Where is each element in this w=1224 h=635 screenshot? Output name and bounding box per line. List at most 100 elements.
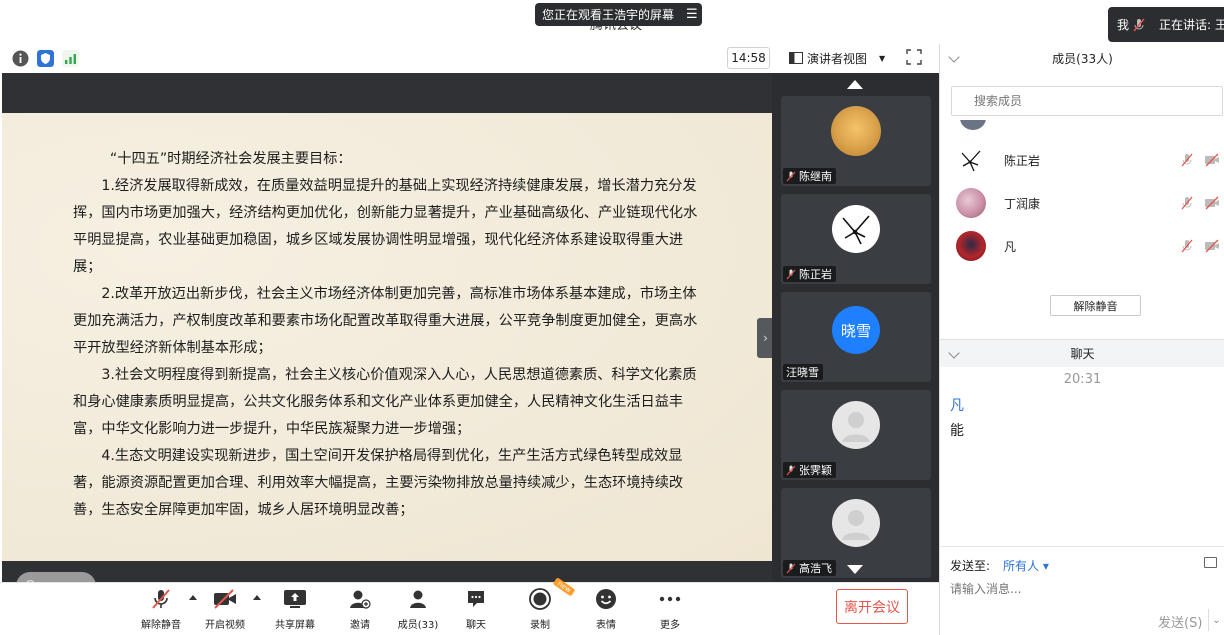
participant-name-tag: 陈继南 [783,168,836,184]
video-off-icon[interactable] [1204,239,1220,253]
scroll-down-icon[interactable] [847,565,863,574]
chevron-down-icon: ▼ [879,53,886,63]
avatar [956,231,986,261]
smile-icon [596,589,616,609]
participant-name-tag: 高浩飞 [783,560,836,576]
share-screen-label: 共享屏幕 [275,620,315,631]
member-name: 丁润康 [1004,196,1041,211]
document-paragraph: 4.生态文明建设实现新进步，国土空间开发保护格局得到优化，生产生活方式绿色转型成… [73,448,684,518]
shield-icon[interactable] [37,50,54,67]
image-icon[interactable] [1204,557,1217,568]
invite-button[interactable]: 邀请 [335,587,385,633]
video-options-icon[interactable] [253,595,261,600]
chat-label: 聊天 [466,620,486,631]
signal-icon[interactable] [62,50,79,67]
avatar-initials: 晓雪 [840,321,871,340]
avatar [831,106,881,156]
more-label: 更多 [660,620,680,631]
send-to-selector[interactable]: 所有人 ▾ [1003,557,1049,574]
participant-tile[interactable]: 晓雪 汪晓雪 [781,292,931,382]
send-button[interactable]: 发送(S) [1158,612,1202,631]
participant-name: 陈正岩 [799,268,832,281]
participant-tile[interactable]: 陈继南 [781,96,931,186]
mic-muted-icon[interactable] [1180,196,1194,210]
document-paragraph: 3.社会文明程度得到新提高，社会主义核心价值观深入人心，人民思想道德素质、科学文… [73,367,697,437]
mic-muted-icon [786,171,796,181]
start-video-label: 开启视频 [205,620,245,631]
reactions-label: 表情 [596,620,616,631]
chevron-down-icon[interactable] [948,51,960,63]
mic-muted-icon [152,589,170,609]
members-panel-title: 成员(33人) [1052,51,1113,66]
avatar [960,120,986,130]
share-screen-button[interactable]: 共享屏幕 [270,587,320,633]
member-row[interactable]: 凡 [950,226,1222,266]
self-audio-status[interactable]: 我 [1108,16,1152,33]
members-panel-header[interactable]: 成员(33人) [940,44,1224,72]
record-icon [529,588,551,610]
chat-panel-title: 聊天 [1070,347,1095,361]
participant-tile[interactable]: 陈正岩 [781,194,931,284]
reactions-button[interactable]: 表情 [581,587,631,633]
more-button[interactable]: 更多 [645,587,695,633]
members-label: 成员(33) [397,620,439,631]
audio-options-icon[interactable] [189,595,197,600]
chat-panel-header[interactable]: 聊天 [940,339,1224,367]
unmute-all-button[interactable]: 解除静音 [1050,295,1141,316]
speaking-indicator: 我 正在讲话: 王 [1108,7,1224,42]
chat-message-input[interactable] [950,580,1190,598]
menu-icon[interactable]: ☰ [686,7,698,22]
fullscreen-icon[interactable] [906,49,922,65]
member-name: 凡 [1004,239,1017,254]
share-screen-icon [284,590,306,608]
chat-composer: 发送至: 所有人 ▾ 发送(S) ⌄ [940,546,1224,635]
member-search-input[interactable] [951,86,1223,116]
info-icon[interactable] [12,50,29,67]
avatar [956,145,986,175]
video-off-icon[interactable] [1204,153,1220,167]
chat-message: 能 [950,423,964,439]
participant-name: 高浩飞 [799,562,832,575]
viewing-screen-banner[interactable]: 您正在观看王浩宇的屏幕 ☰ [535,3,702,26]
document-paragraph: 1.经济发展取得新成效，在质量效益明显提升的基础上实现经济持续健康发展，增长潜力… [73,178,698,275]
participant-name: 汪晓雪 [786,366,819,379]
invite-label: 邀请 [350,620,370,631]
bottom-toolbar: 解除静音 开启视频 共享屏幕 邀请 成员(33) 聊天 录制 new 表情 更多… [0,577,939,635]
members-icon [410,590,426,608]
mic-muted-icon[interactable] [1180,239,1194,253]
participant-tile[interactable]: 张霁颖 [781,390,931,480]
mic-muted-icon [786,465,796,475]
chevron-down-icon[interactable]: ⌄ [1208,609,1224,631]
view-mode-selector[interactable]: 演讲者视图 ▼ [789,47,892,69]
member-list-clipped-row [950,120,1222,130]
participant-gallery: 陈继南 陈正岩 晓雪 汪晓雪 张霁颖 高浩飞 [772,73,939,582]
add-user-icon [350,590,371,609]
members-button[interactable]: 成员(33) [393,587,443,633]
layout-icon [789,52,803,64]
video-off-icon[interactable] [1204,196,1220,210]
video-off-icon [214,589,236,609]
leave-meeting-button[interactable]: 离开会议 [836,589,908,624]
chat-timestamp: 20:31 [1063,372,1102,387]
mic-muted-icon[interactable] [1180,153,1194,167]
chat-button[interactable]: 聊天 [451,587,501,633]
unmute-label: 解除静音 [141,620,181,631]
member-row[interactable]: 丁润康 [950,183,1222,223]
chevron-down-icon[interactable] [948,347,960,359]
document-paragraph: 2.改革开放迈出新步伐，社会主义市场经济体制更加完善，高标准市场体系基本建成，市… [73,286,698,356]
viewing-screen-text: 您正在观看王浩宇的屏幕 [542,8,675,22]
mic-muted-icon [1133,18,1145,31]
avatar [832,401,880,449]
unmute-button[interactable]: 解除静音 [136,587,186,633]
avatar [832,499,880,547]
scroll-up-icon[interactable] [847,80,863,89]
mic-muted-icon [786,563,796,573]
self-label: 我 [1117,18,1130,32]
start-video-button[interactable]: 开启视频 [200,587,250,633]
participant-name: 陈继南 [799,170,832,183]
member-row[interactable]: 陈正岩 [950,140,1222,180]
shared-document: “十四五”时期经济社会发展主要目标： 1.经济发展取得新成效，在质量效益明显提升… [2,113,772,600]
record-button[interactable]: 录制 [515,587,565,633]
avatar [832,205,880,253]
avatar [956,188,986,218]
